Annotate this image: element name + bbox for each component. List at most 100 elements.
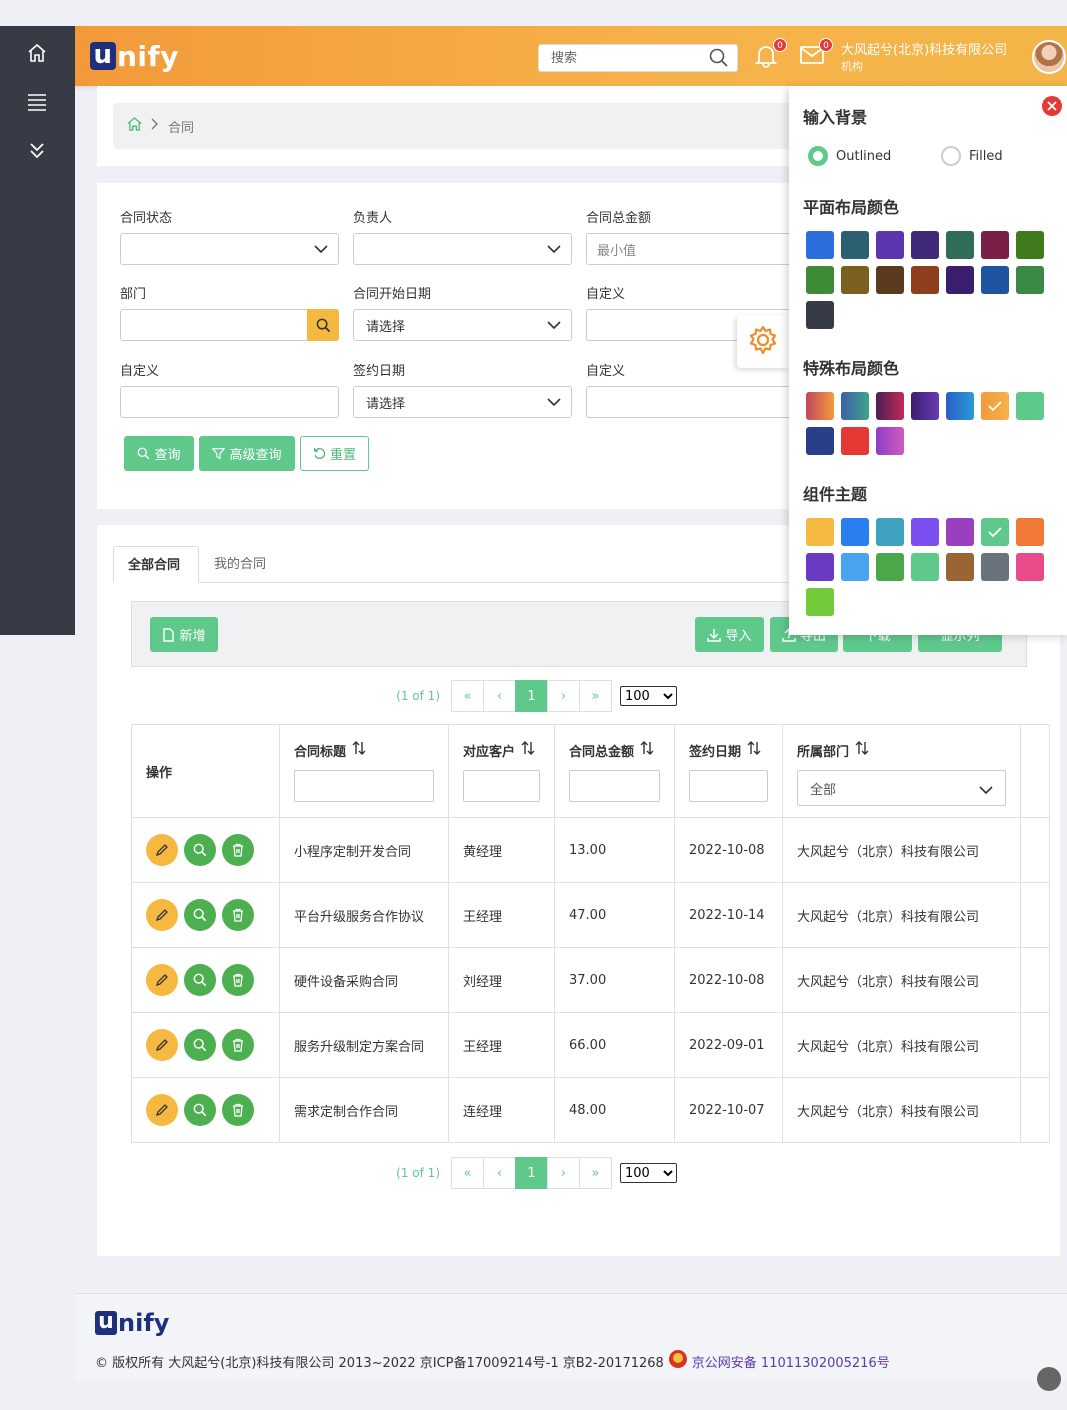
- radio-outlined[interactable]: Outlined: [808, 146, 891, 166]
- flat-swatch[interactable]: [841, 266, 869, 294]
- customer-filter-input[interactable]: [463, 770, 540, 802]
- sign-date-filter-input[interactable]: [689, 770, 768, 802]
- delete-icon[interactable]: [222, 964, 254, 996]
- user-company[interactable]: 大风起兮(北京)科技有限公司 机构: [841, 43, 1007, 75]
- github-icon[interactable]: [1037, 1367, 1061, 1391]
- edit-icon[interactable]: [146, 899, 178, 931]
- flat-swatch[interactable]: [841, 231, 869, 259]
- edit-icon[interactable]: [146, 834, 178, 866]
- theme-swatch[interactable]: [911, 518, 939, 546]
- title-filter-input[interactable]: [294, 770, 434, 802]
- edit-icon[interactable]: [146, 1029, 178, 1061]
- view-icon[interactable]: [184, 834, 216, 866]
- view-icon[interactable]: [184, 1029, 216, 1061]
- special-swatch[interactable]: [911, 392, 939, 420]
- flat-swatch[interactable]: [911, 266, 939, 294]
- flat-swatch[interactable]: [946, 266, 974, 294]
- tab-my-contracts[interactable]: 我的合同: [200, 546, 286, 583]
- flat-swatch[interactable]: [806, 301, 834, 329]
- last-page-button[interactable]: »: [579, 680, 612, 712]
- settings-toggle[interactable]: [737, 315, 789, 368]
- view-icon[interactable]: [184, 964, 216, 996]
- col-amount[interactable]: 合同总金额: [554, 724, 675, 818]
- delete-icon[interactable]: [222, 834, 254, 866]
- theme-swatch[interactable]: [911, 553, 939, 581]
- col-dept[interactable]: 所属部门 全部: [782, 724, 1021, 818]
- flat-swatch[interactable]: [876, 231, 904, 259]
- dept-search-button[interactable]: [307, 309, 339, 341]
- theme-swatch[interactable]: [876, 553, 904, 581]
- advanced-query-button[interactable]: 高级查询: [199, 436, 295, 471]
- search-input[interactable]: [539, 45, 699, 71]
- delete-icon[interactable]: [222, 1029, 254, 1061]
- home-icon[interactable]: [127, 117, 142, 135]
- page-size-select[interactable]: 100: [620, 1163, 677, 1183]
- flat-swatch[interactable]: [806, 231, 834, 259]
- theme-swatch[interactable]: [1016, 553, 1044, 581]
- query-button[interactable]: 查询: [124, 436, 194, 471]
- avatar[interactable]: [1032, 40, 1066, 74]
- sort-icon[interactable]: [521, 741, 535, 759]
- first-page-button[interactable]: «: [451, 680, 484, 712]
- amount-min-input[interactable]: 最小值: [586, 233, 807, 265]
- first-page-button[interactable]: «: [451, 1157, 484, 1189]
- theme-swatch[interactable]: [946, 553, 974, 581]
- special-swatch[interactable]: [981, 392, 1009, 420]
- mail-icon[interactable]: 0: [799, 38, 833, 70]
- flat-swatch[interactable]: [876, 266, 904, 294]
- special-swatch[interactable]: [876, 392, 904, 420]
- col-sign-date[interactable]: 签约日期: [674, 724, 783, 818]
- last-page-button[interactable]: »: [579, 1157, 612, 1189]
- theme-swatch[interactable]: [876, 518, 904, 546]
- search-icon[interactable]: [709, 48, 729, 72]
- dept-filter-select[interactable]: 全部: [797, 770, 1006, 806]
- custom-input-3[interactable]: [586, 386, 807, 418]
- flat-swatch[interactable]: [806, 266, 834, 294]
- flat-swatch[interactable]: [1016, 231, 1044, 259]
- reset-button[interactable]: 重置: [300, 436, 369, 471]
- home-icon[interactable]: [22, 38, 52, 68]
- amount-filter-input[interactable]: [569, 770, 660, 802]
- theme-swatch[interactable]: [946, 518, 974, 546]
- dept-input[interactable]: [120, 309, 339, 341]
- menu-icon[interactable]: [22, 87, 52, 117]
- view-icon[interactable]: [184, 1094, 216, 1126]
- sort-icon[interactable]: [352, 741, 366, 759]
- theme-swatch[interactable]: [806, 518, 834, 546]
- custom-input-2[interactable]: [120, 386, 339, 418]
- prev-page-button[interactable]: ‹: [483, 680, 516, 712]
- flat-swatch[interactable]: [911, 231, 939, 259]
- delete-icon[interactable]: [222, 1094, 254, 1126]
- flat-swatch[interactable]: [981, 266, 1009, 294]
- page-size-select[interactable]: 100: [620, 686, 677, 706]
- prev-page-button[interactable]: ‹: [483, 1157, 516, 1189]
- special-swatch[interactable]: [841, 392, 869, 420]
- theme-swatch[interactable]: [981, 553, 1009, 581]
- notification-bell-icon[interactable]: 0: [753, 38, 787, 70]
- special-swatch[interactable]: [1016, 392, 1044, 420]
- sort-icon[interactable]: [747, 741, 761, 759]
- theme-swatch[interactable]: [806, 553, 834, 581]
- add-button[interactable]: 新增: [150, 617, 218, 652]
- chevrons-down-icon[interactable]: [22, 136, 52, 166]
- theme-swatch[interactable]: [981, 518, 1009, 546]
- special-swatch[interactable]: [806, 392, 834, 420]
- special-swatch[interactable]: [876, 427, 904, 455]
- delete-icon[interactable]: [222, 899, 254, 931]
- next-page-button[interactable]: ›: [547, 680, 580, 712]
- owner-select[interactable]: [353, 233, 572, 265]
- import-button[interactable]: 导入: [695, 617, 764, 652]
- sort-icon[interactable]: [855, 741, 869, 759]
- radio-filled[interactable]: Filled: [941, 146, 1003, 166]
- police-record-link[interactable]: 京公网安备 11011302005216号: [692, 1352, 890, 1371]
- flat-swatch[interactable]: [1016, 266, 1044, 294]
- special-swatch[interactable]: [806, 427, 834, 455]
- sort-icon[interactable]: [640, 741, 654, 759]
- theme-swatch[interactable]: [806, 588, 834, 616]
- col-customer[interactable]: 对应客户: [448, 724, 555, 818]
- theme-swatch[interactable]: [1016, 518, 1044, 546]
- sign-date-select[interactable]: 请选择: [353, 386, 572, 418]
- close-icon[interactable]: [1042, 96, 1062, 116]
- status-select[interactable]: [120, 233, 339, 265]
- logo[interactable]: u nify: [90, 40, 179, 73]
